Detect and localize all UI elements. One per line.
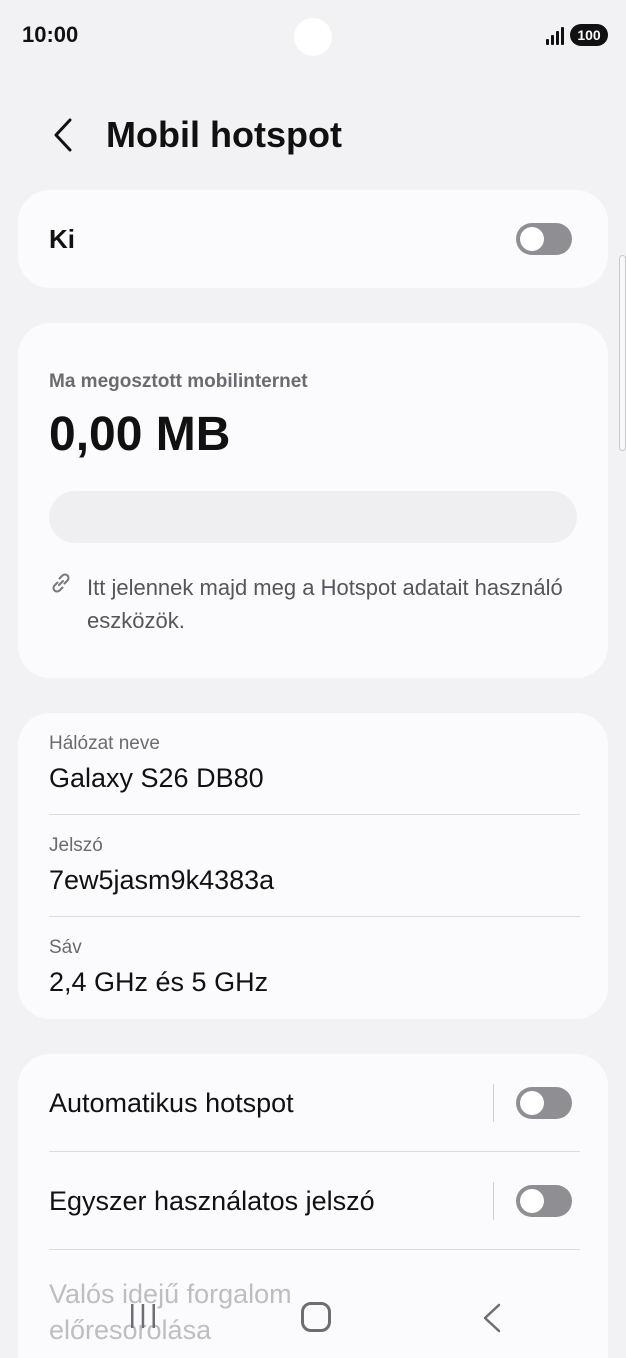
connected-devices-hint: Itt jelennek majd meg a Hotspot adatait … (87, 575, 563, 633)
one-time-password-switch[interactable] (516, 1185, 572, 1217)
password-caption: Jelszó (49, 835, 103, 856)
auto-hotspot-switch[interactable] (516, 1087, 572, 1119)
usage-label: Ma megosztott mobilinternet (49, 371, 308, 392)
network-name-caption: Hálózat neve (49, 733, 160, 754)
home-icon[interactable] (301, 1302, 331, 1332)
link-icon (52, 573, 70, 593)
one-time-password-label: Egyszer használatos jelszó (49, 1185, 375, 1216)
password-field[interactable]: Jelszó 7ew5jasm9k4383a (18, 815, 608, 917)
signal-icon (546, 27, 564, 45)
app-header: Mobil hotspot (0, 100, 626, 170)
status-bar: 10:00 100 (0, 0, 626, 72)
auto-hotspot-row[interactable]: Automatikus hotspot (18, 1054, 608, 1152)
usage-card: Ma megosztott mobilinternet 0,00 MB Itt … (18, 323, 608, 678)
back-button[interactable] (40, 112, 86, 158)
band-value: 2,4 GHz és 5 GHz (49, 967, 269, 997)
page-title: Mobil hotspot (106, 114, 342, 155)
band-caption: Sáv (49, 937, 82, 958)
band-field[interactable]: Sáv 2,4 GHz és 5 GHz (18, 917, 608, 1019)
battery-icon: 100 (570, 24, 608, 46)
password-value: 7ew5jasm9k4383a (49, 865, 275, 895)
usage-value: 0,00 MB (49, 408, 231, 461)
auto-hotspot-label: Automatikus hotspot (49, 1087, 294, 1118)
network-info-card: Hálózat neve Galaxy S26 DB80 Jelszó 7ew5… (18, 713, 608, 1019)
status-time: 10:00 (22, 22, 79, 47)
navigation-bar (0, 1290, 626, 1358)
network-name-field[interactable]: Hálózat neve Galaxy S26 DB80 (18, 713, 608, 815)
usage-progress-bar (49, 491, 577, 543)
hotspot-state-label: Ki (49, 223, 75, 254)
vertical-separator (493, 1182, 494, 1220)
hotspot-toggle-card: Ki (18, 190, 608, 288)
chevron-left-icon (54, 118, 72, 152)
network-name-value: Galaxy S26 DB80 (49, 763, 264, 793)
recents-icon[interactable] (128, 1302, 158, 1330)
hotspot-toggle-row[interactable]: Ki (18, 190, 608, 288)
camera-cutout (294, 18, 332, 56)
one-time-password-row[interactable]: Egyszer használatos jelszó (18, 1152, 608, 1250)
scrollbar[interactable] (619, 255, 626, 451)
hotspot-switch[interactable] (516, 223, 572, 255)
divider (49, 1249, 580, 1250)
nav-back-icon[interactable] (480, 1302, 504, 1334)
vertical-separator (493, 1084, 494, 1122)
